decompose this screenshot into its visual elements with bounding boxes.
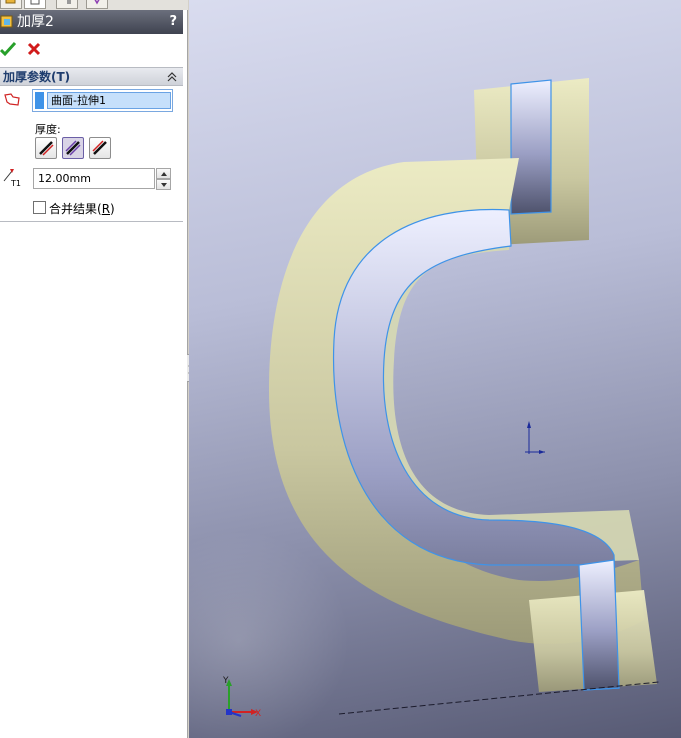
- origin-marker-icon: [525, 421, 545, 454]
- help-button[interactable]: ?: [169, 10, 177, 34]
- feature-title-bar: 加厚2 ?: [0, 10, 183, 34]
- thicken-side-2-button[interactable]: [89, 137, 111, 159]
- cancel-x-icon[interactable]: [26, 41, 42, 57]
- merge-result-checkbox[interactable]: [33, 201, 46, 214]
- tab-feature-tree[interactable]: [0, 0, 22, 9]
- model-view: Y X: [189, 78, 660, 738]
- reference-axis-line: [338, 681, 660, 715]
- property-manager-icon: [30, 0, 40, 5]
- graphics-viewport[interactable]: Y X: [189, 0, 681, 738]
- background-highlight: [189, 530, 349, 738]
- tab-property-manager[interactable]: [24, 0, 46, 9]
- thickness-value-input[interactable]: 12.00mm: [33, 168, 155, 189]
- feature-tree-icon: [5, 0, 16, 4]
- surface-face-icon: [4, 93, 20, 106]
- merge-result-label[interactable]: 合并结果(R): [49, 200, 115, 217]
- configuration-icon: [67, 0, 71, 4]
- dimxpert-icon: [94, 0, 100, 5]
- surface-bottom-strip: [578, 559, 620, 691]
- thicken-parameters-group-header[interactable]: 加厚参数(T): [0, 67, 183, 86]
- thicken-side-2-icon: [92, 140, 107, 155]
- thickness-spin-down-button[interactable]: [156, 179, 171, 190]
- thickness-t1-icon: T1: [3, 169, 21, 187]
- thicken-side-1-icon: [39, 141, 54, 156]
- tab-dimxpert-manager[interactable]: [86, 0, 108, 9]
- triad-y-label: Y: [222, 676, 229, 686]
- thickness-label: 厚度:: [35, 123, 61, 136]
- collapse-chevron-icon[interactable]: [166, 71, 178, 83]
- ok-checkmark-icon[interactable]: [0, 41, 16, 57]
- selection-color-swatch: [35, 92, 44, 109]
- property-manager-panel: 加厚2 ? 加厚参数(T) 曲面-拉伸1 厚度: T1 12.00mm 合并结果…: [0, 0, 188, 738]
- thicken-side-1-button[interactable]: [35, 137, 57, 159]
- selected-face-item[interactable]: 曲面-拉伸1: [47, 92, 171, 109]
- thickness-spin-up-button[interactable]: [156, 168, 171, 179]
- tab-configuration-manager[interactable]: [56, 0, 78, 9]
- thicken-both-sides-icon: [65, 140, 81, 156]
- manager-tab-strip: [0, 0, 188, 10]
- triad-x-label: X: [255, 709, 261, 719]
- face-selection-list[interactable]: 曲面-拉伸1: [32, 89, 173, 112]
- group-title: 加厚参数(T): [3, 70, 71, 84]
- arrow-up-icon: [161, 172, 167, 176]
- thicken-both-sides-button[interactable]: [62, 137, 84, 159]
- arrow-down-icon: [161, 183, 167, 187]
- feature-title: 加厚2: [17, 14, 54, 30]
- svg-text:T1: T1: [10, 179, 21, 187]
- thicken-feature-icon: [0, 15, 13, 28]
- surface-top-strip: [510, 79, 552, 215]
